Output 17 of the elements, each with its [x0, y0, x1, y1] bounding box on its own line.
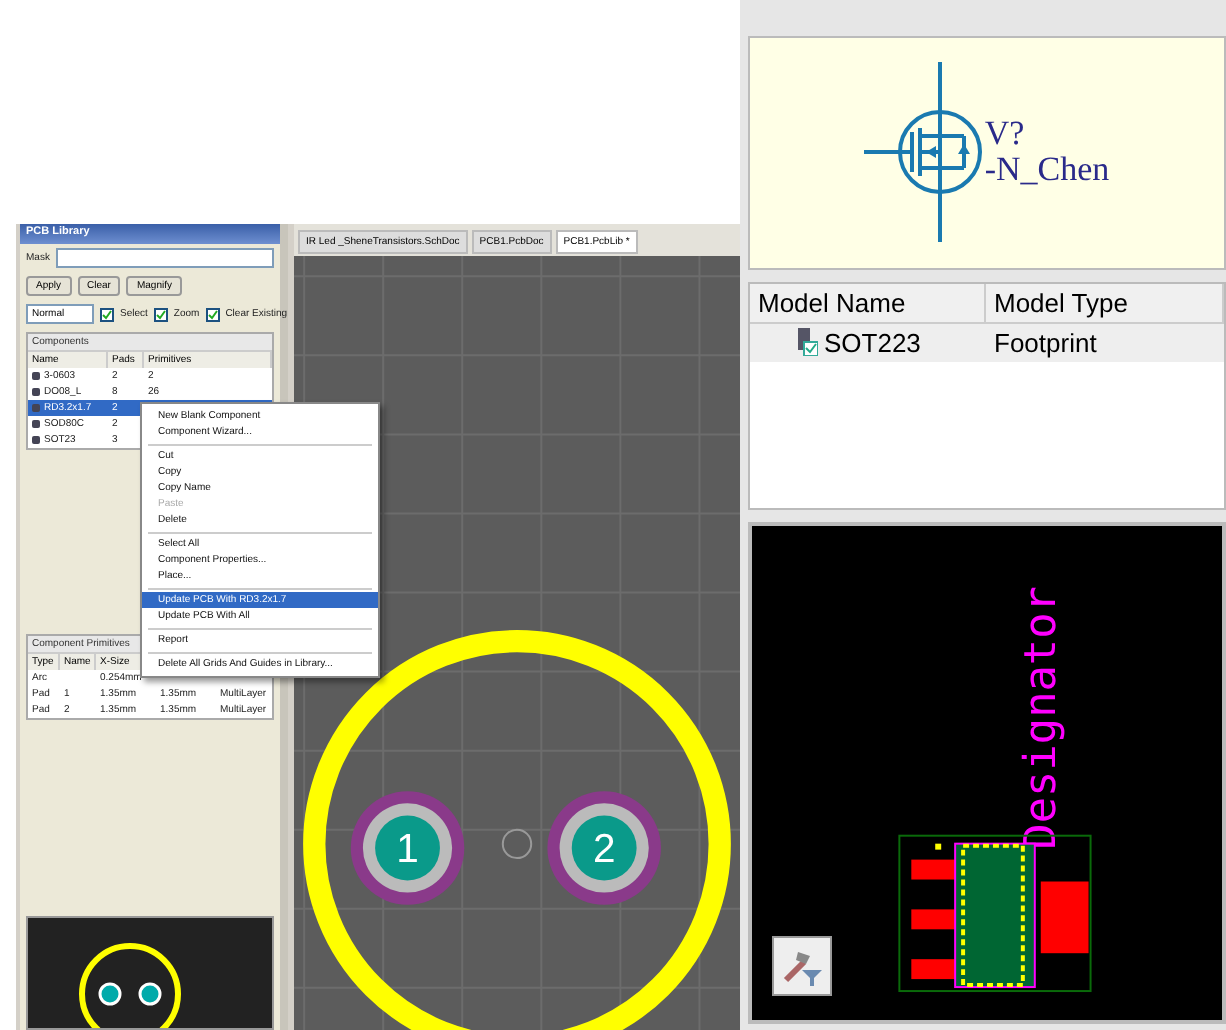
column-header: Model Name	[750, 283, 986, 323]
pad: 1	[350, 791, 465, 905]
mask-field[interactable]	[55, 248, 274, 268]
designator-text: Designator	[1016, 586, 1067, 850]
option-checkbox[interactable]	[153, 307, 168, 321]
component-name-label: -N_Chen	[984, 152, 1110, 189]
model-type-cell: Footprint	[986, 323, 1224, 361]
chip-icon	[794, 328, 818, 356]
filter-tool-button[interactable]	[772, 936, 832, 996]
option-checkbox[interactable]	[100, 307, 114, 321]
pad-preview-drawing	[79, 943, 181, 1028]
pad: 2	[547, 791, 661, 905]
column-header: Model Type	[986, 283, 1224, 323]
origin-marker	[501, 828, 533, 860]
option-checkbox[interactable]	[205, 307, 220, 321]
designator-label: V?	[984, 116, 1027, 153]
model-name-cell[interactable]: SOT223	[750, 323, 986, 361]
